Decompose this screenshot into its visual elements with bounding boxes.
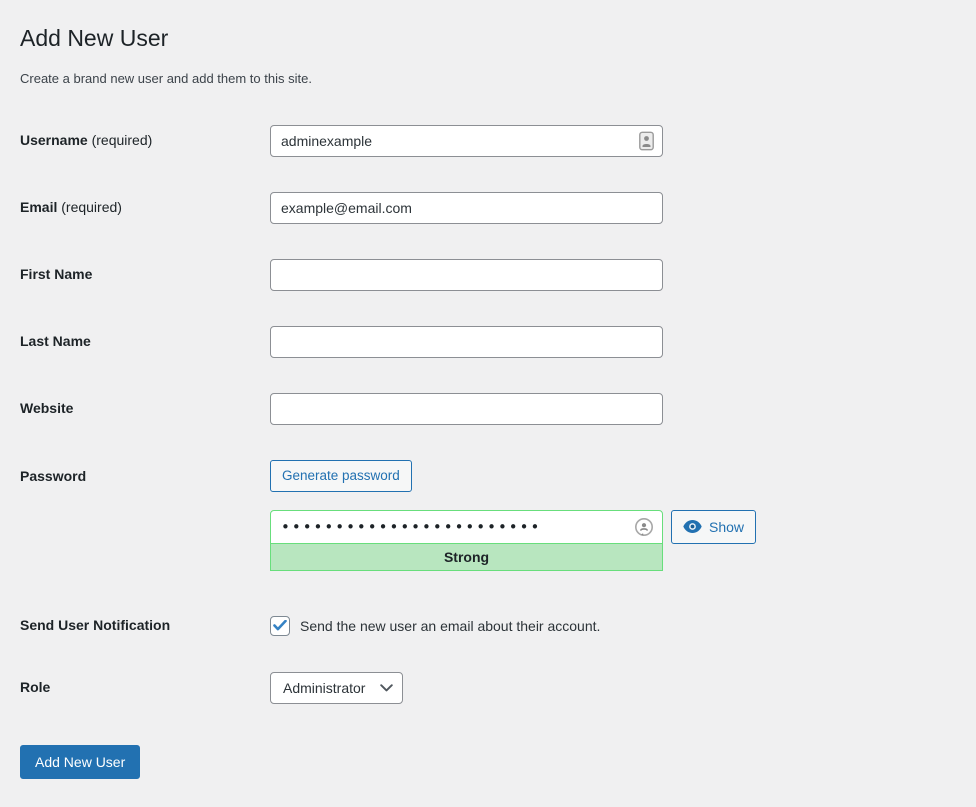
username-label: Username (required)	[20, 131, 270, 151]
chevron-down-icon	[380, 684, 393, 692]
notification-checkbox-line: Send the new user an email about their a…	[270, 616, 600, 636]
password-reveal-icon[interactable]	[633, 516, 655, 538]
show-password-label: Show	[709, 519, 744, 535]
autofill-contact-icon	[639, 131, 654, 150]
page-title: Add New User	[20, 24, 956, 54]
last-name-row: Last Name	[20, 326, 956, 358]
add-new-user-button[interactable]: Add New User	[20, 745, 140, 779]
add-new-user-page: Add New User Create a brand new user and…	[0, 0, 976, 799]
role-select[interactable]: Administrator	[270, 672, 403, 704]
password-input-wrap	[270, 510, 663, 544]
role-selected-value: Administrator	[283, 680, 365, 696]
password-field-stack: Strong	[270, 510, 663, 571]
page-subtitle: Create a brand new user and add them to …	[20, 71, 956, 86]
website-input[interactable]	[270, 393, 663, 425]
notification-checkbox-text[interactable]: Send the new user an email about their a…	[300, 618, 600, 634]
password-input[interactable]	[270, 510, 663, 544]
email-required-note: (required)	[61, 199, 122, 215]
generate-password-button[interactable]: Generate password	[270, 460, 412, 492]
check-icon	[273, 620, 287, 631]
first-name-input[interactable]	[270, 259, 663, 291]
role-label: Role	[20, 678, 270, 698]
notification-row: Send User Notification Send the new user…	[20, 616, 956, 636]
last-name-label: Last Name	[20, 332, 270, 352]
email-row: Email (required)	[20, 192, 956, 224]
username-row: Username (required)	[20, 125, 956, 157]
username-required-note: (required)	[92, 132, 153, 148]
password-field-line: Strong Show	[270, 510, 756, 571]
password-label: Password	[20, 460, 270, 487]
notification-label: Send User Notification	[20, 616, 270, 636]
first-name-row: First Name	[20, 259, 956, 291]
website-row: Website	[20, 393, 956, 425]
password-row: Password Generate password Strong	[20, 460, 956, 571]
email-input[interactable]	[270, 192, 663, 224]
password-controls: Generate password Strong	[270, 460, 756, 571]
email-label: Email (required)	[20, 198, 270, 218]
first-name-label: First Name	[20, 265, 270, 285]
eye-icon	[683, 520, 702, 533]
password-strength-indicator: Strong	[270, 543, 663, 571]
send-notification-checkbox[interactable]	[270, 616, 290, 636]
last-name-input[interactable]	[270, 326, 663, 358]
show-password-button[interactable]: Show	[671, 510, 756, 544]
website-label: Website	[20, 399, 270, 419]
username-input[interactable]	[270, 125, 663, 157]
username-input-wrap	[270, 125, 663, 157]
role-row: Role Administrator	[20, 672, 956, 704]
